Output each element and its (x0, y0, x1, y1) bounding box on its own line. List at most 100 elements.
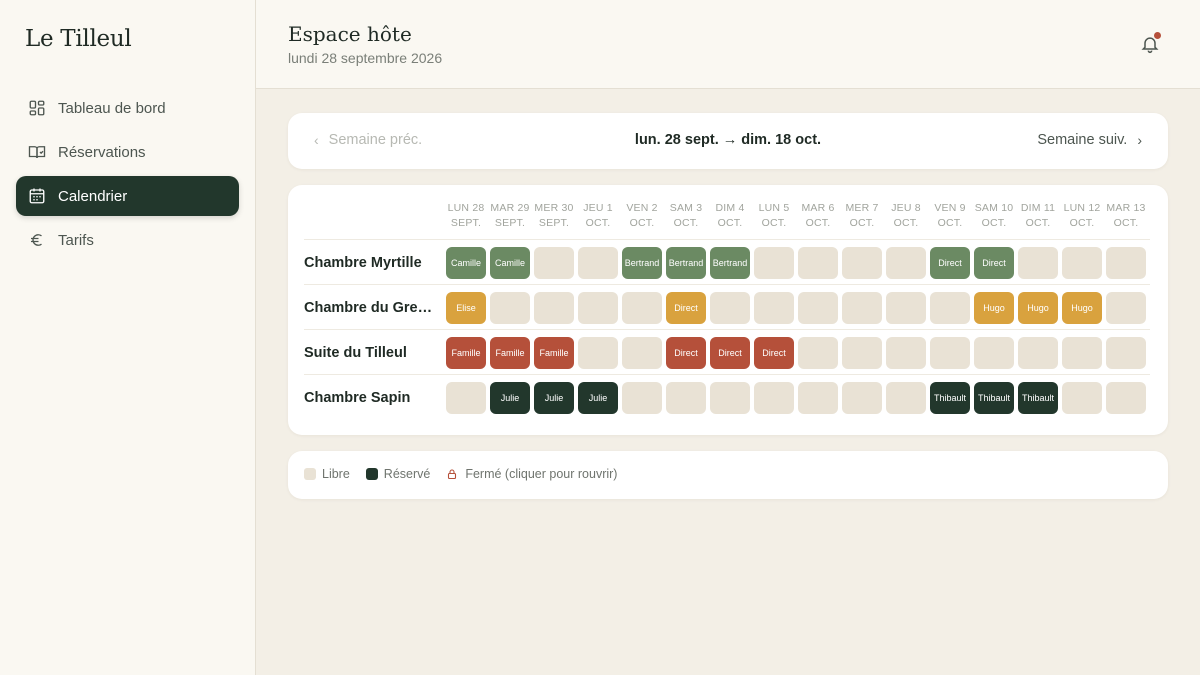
day-label: SAM 3 (669, 202, 703, 214)
month-label: SEPT. (494, 217, 526, 229)
notification-badge (1154, 32, 1161, 39)
day-label: LUN 28 (447, 202, 485, 214)
booking-cell[interactable]: Bertrand (622, 247, 662, 279)
free-cell[interactable] (534, 247, 574, 279)
next-week-button[interactable]: Semaine suiv. › (1037, 132, 1142, 148)
free-cell[interactable] (754, 247, 794, 279)
booking-cell[interactable]: Hugo (1018, 292, 1058, 324)
day-label: MAR 13 (1106, 202, 1146, 214)
day-label: DIM 11 (1020, 202, 1056, 214)
euro-icon (31, 234, 42, 246)
free-cell[interactable] (886, 247, 926, 279)
day-label: JEU 8 (891, 202, 921, 214)
booking-cell[interactable]: Thibault (974, 382, 1014, 414)
day-header: LUN 28 SEPT. (444, 201, 488, 231)
sidebar-item-reservations[interactable]: Réservations (16, 132, 239, 172)
month-label: OCT. (1113, 217, 1139, 229)
month-label: SEPT. (538, 217, 570, 229)
free-cell[interactable] (710, 382, 750, 414)
free-cell[interactable] (578, 247, 618, 279)
free-cell[interactable] (578, 337, 618, 369)
free-cell[interactable] (842, 292, 882, 324)
chevron-right-icon: › (1137, 132, 1142, 148)
free-cell[interactable] (1018, 337, 1058, 369)
sidebar: Le Tilleul Tableau de bord Réservations … (0, 0, 256, 675)
booking-cell[interactable]: Direct (666, 337, 706, 369)
free-cell[interactable] (930, 337, 970, 369)
booking-cell[interactable]: Direct (666, 292, 706, 324)
free-cell[interactable] (1106, 247, 1146, 279)
free-cell[interactable] (1106, 337, 1146, 369)
free-cell[interactable] (1106, 292, 1146, 324)
legend-reserved: Réservé (365, 467, 431, 481)
room-name: Chambre Myrtille (304, 255, 422, 271)
free-cell[interactable] (798, 292, 838, 324)
free-cell[interactable] (446, 382, 486, 414)
free-cell[interactable] (666, 382, 706, 414)
booking-cell[interactable]: Direct (754, 337, 794, 369)
booking-cell[interactable]: Direct (930, 247, 970, 279)
booking-cell[interactable]: Julie (534, 382, 574, 414)
free-cell[interactable] (1106, 382, 1146, 414)
free-cell[interactable] (930, 292, 970, 324)
booking-cell[interactable]: Bertrand (666, 247, 706, 279)
free-cell[interactable] (798, 247, 838, 279)
free-cell[interactable] (1062, 382, 1102, 414)
free-cell[interactable] (622, 337, 662, 369)
day-header: SAM 10 OCT. (972, 201, 1016, 231)
booking-cell[interactable]: Elise (446, 292, 486, 324)
month-label: OCT. (761, 217, 787, 229)
legend-free-label: Libre (322, 467, 350, 481)
free-cell[interactable] (754, 382, 794, 414)
booking-cell[interactable]: Thibault (930, 382, 970, 414)
booking-cell[interactable]: Julie (490, 382, 530, 414)
legend-reserved-label: Réservé (383, 467, 431, 481)
free-cell[interactable] (886, 337, 926, 369)
booking-cell[interactable]: Camille (490, 247, 530, 279)
free-cell[interactable] (886, 382, 926, 414)
free-cell[interactable] (974, 337, 1014, 369)
calendar-legend: Libre Réservé Fermé (cliquer pour rouvri… (288, 451, 1168, 499)
day-label: MER 30 (534, 202, 574, 214)
free-cell[interactable] (842, 247, 882, 279)
free-cell[interactable] (578, 292, 618, 324)
booking-cell[interactable]: Hugo (1062, 292, 1102, 324)
row-divider (304, 374, 1150, 375)
booking-cell[interactable]: Direct (710, 337, 750, 369)
free-cell[interactable] (798, 382, 838, 414)
free-cell[interactable] (842, 382, 882, 414)
brand-logo[interactable]: Le Tilleul (25, 26, 132, 52)
booking-cell[interactable]: Famille (490, 337, 530, 369)
sidebar-item-calendar[interactable]: Calendrier (16, 176, 239, 216)
free-cell[interactable] (490, 292, 530, 324)
booking-cell[interactable]: Camille (446, 247, 486, 279)
booking-cell[interactable]: Thibault (1018, 382, 1058, 414)
day-header: DIM 4 OCT. (708, 201, 752, 231)
free-cell[interactable] (710, 292, 750, 324)
month-label: OCT. (673, 217, 699, 229)
free-cell[interactable] (798, 337, 838, 369)
lock-icon (448, 469, 457, 480)
sidebar-item-tarifs[interactable]: Tarifs (16, 220, 239, 260)
free-cell[interactable] (1018, 247, 1058, 279)
page-header: Espace hôte lundi 28 septembre 2026 (256, 0, 1200, 89)
free-cell[interactable] (622, 292, 662, 324)
month-label: OCT. (585, 217, 611, 229)
day-label: MER 7 (845, 202, 879, 214)
free-cell[interactable] (754, 292, 794, 324)
booking-cell[interactable]: Hugo (974, 292, 1014, 324)
day-header: MER 7 OCT. (840, 201, 884, 231)
free-cell[interactable] (534, 292, 574, 324)
free-cell[interactable] (1062, 247, 1102, 279)
booking-cell[interactable]: Julie (578, 382, 618, 414)
sidebar-item-dashboard[interactable]: Tableau de bord (16, 88, 239, 128)
month-label: SEPT. (450, 217, 482, 229)
free-cell[interactable] (622, 382, 662, 414)
free-cell[interactable] (1062, 337, 1102, 369)
booking-cell[interactable]: Direct (974, 247, 1014, 279)
booking-cell[interactable]: Famille (446, 337, 486, 369)
booking-cell[interactable]: Bertrand (710, 247, 750, 279)
free-cell[interactable] (886, 292, 926, 324)
booking-cell[interactable]: Famille (534, 337, 574, 369)
free-cell[interactable] (842, 337, 882, 369)
